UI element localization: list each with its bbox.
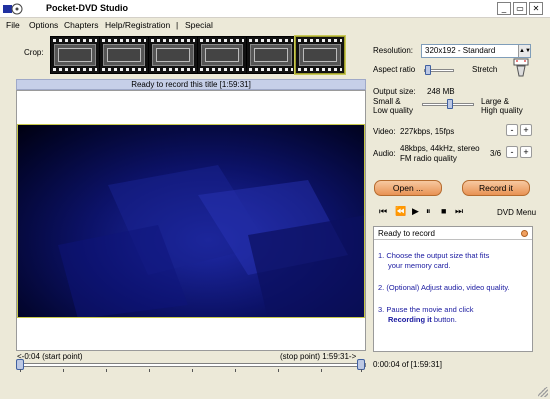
- app-icon: [3, 3, 23, 15]
- menu-bar: File Options Chapters Help/Registration …: [0, 18, 550, 32]
- play-icon[interactable]: ▶: [412, 206, 419, 216]
- timeline-tick: [235, 369, 236, 372]
- crop-thumbnail-3[interactable]: [148, 36, 198, 74]
- info-step-3b-rest: button.: [431, 315, 457, 324]
- menu-file[interactable]: File: [6, 20, 20, 30]
- small-quality-label-2: Low quality: [373, 106, 414, 115]
- timeline-tick: [192, 369, 193, 372]
- info-step-3b: Recording it button.: [388, 315, 538, 325]
- open-button[interactable]: Open ...: [374, 180, 442, 196]
- audio-label: Audio:: [373, 149, 396, 158]
- large-quality-label-1: Large &: [481, 97, 510, 106]
- info-step-1a: 1. Choose the output size that fits: [378, 251, 490, 260]
- timeline-tick: [361, 369, 362, 372]
- video-preview[interactable]: [17, 124, 365, 318]
- stop-icon[interactable]: ■: [441, 206, 446, 216]
- menu-help-registration[interactable]: Help/Registration: [105, 20, 170, 30]
- audio-value-1: 48kbps, 44kHz, stereo: [400, 144, 480, 153]
- crop-thumbnail-1[interactable]: [50, 36, 100, 74]
- crop-thumbnail-6-selected[interactable]: [294, 35, 346, 75]
- crop-thumbnail-2[interactable]: [99, 36, 149, 74]
- video-status-bar: Ready to record this title [1:59:31]: [16, 79, 366, 90]
- aspect-stretch-label: Stretch: [472, 65, 498, 74]
- info-step-3a: 3. Pause the movie and click: [378, 305, 474, 314]
- video-decrease-button[interactable]: -: [506, 124, 518, 136]
- menu-special[interactable]: Special: [185, 20, 213, 30]
- small-quality-label-1: Small &: [373, 97, 401, 106]
- aspect-ratio-label: Aspect ratio: [373, 65, 416, 74]
- skip-back-icon[interactable]: ⏮: [379, 206, 387, 216]
- output-size-label: Output size:: [373, 87, 416, 96]
- crop-thumbnail-5[interactable]: [246, 36, 296, 74]
- menu-options[interactable]: Options: [29, 20, 58, 30]
- crop-thumbnail-4[interactable]: [197, 36, 247, 74]
- info-panel: Ready to record 1. Choose the output siz…: [373, 226, 533, 352]
- large-quality-label-2: High quality: [481, 106, 523, 115]
- output-size-value: 248 MB: [427, 87, 455, 96]
- aspect-ratio-thumb[interactable]: [425, 65, 431, 75]
- audio-increase-button[interactable]: +: [520, 146, 532, 158]
- timeline-tick: [321, 369, 322, 372]
- dropdown-arrow-icon[interactable]: ▲▼: [518, 45, 531, 57]
- close-button[interactable]: ✕: [529, 2, 543, 15]
- timeline-tick: [63, 369, 64, 372]
- crop-label: Crop:: [24, 48, 44, 57]
- timeline-tick: [278, 369, 279, 372]
- video-frame-image: [58, 165, 364, 317]
- video-label: Video:: [373, 127, 396, 136]
- title-bar: Pocket-DVD Studio _ ▭ ✕: [0, 0, 550, 18]
- resolution-label: Resolution:: [373, 46, 414, 55]
- stop-point-label: (stop point) 1:59:31->: [280, 352, 357, 361]
- menu-chapters[interactable]: Chapters: [64, 20, 99, 30]
- info-header: Ready to record: [374, 227, 532, 240]
- time-readout: 0:00:04 of [1:59:31]: [373, 360, 442, 369]
- pause-icon[interactable]: ⏸: [426, 206, 431, 216]
- resolution-select[interactable]: 320x192 - Standard ▲▼: [421, 44, 531, 58]
- resize-grip-icon[interactable]: [538, 387, 548, 397]
- dvd-menu-button[interactable]: DVD Menu: [497, 208, 536, 217]
- record-button[interactable]: Record it: [462, 180, 530, 196]
- window-title: Pocket-DVD Studio: [46, 3, 129, 13]
- info-step-2: 2. (Optional) Adjust audio, video qualit…: [378, 283, 510, 292]
- video-panel: [16, 90, 366, 351]
- audio-decrease-button[interactable]: -: [506, 146, 518, 158]
- start-point-label: <-0:04 (start point): [17, 352, 83, 361]
- skip-forward-icon[interactable]: ⏭: [455, 206, 463, 216]
- video-value: 227kbps, 15fps: [400, 127, 455, 136]
- output-size-thumb[interactable]: [447, 99, 453, 109]
- timeline-tick: [106, 369, 107, 372]
- timeline-track[interactable]: [16, 363, 366, 367]
- menu-separator: |: [176, 20, 179, 30]
- minimize-button[interactable]: _: [497, 2, 511, 15]
- maximize-button[interactable]: ▭: [513, 2, 527, 15]
- audio-counter: 3/6: [490, 149, 502, 158]
- recording-it-bold: Recording it: [388, 315, 432, 324]
- info-header-text: Ready to record: [378, 229, 435, 238]
- audio-value-2: FM radio quality: [400, 154, 457, 163]
- stretch-icon[interactable]: [513, 58, 529, 78]
- video-increase-button[interactable]: +: [520, 124, 532, 136]
- rewind-icon[interactable]: ⏪: [395, 206, 406, 216]
- resolution-value: 320x192 - Standard: [425, 46, 496, 55]
- timeline-tick: [20, 369, 21, 372]
- info-step-1b: your memory card.: [388, 261, 451, 270]
- timeline-tick: [149, 369, 150, 372]
- status-dot-icon: [521, 230, 528, 237]
